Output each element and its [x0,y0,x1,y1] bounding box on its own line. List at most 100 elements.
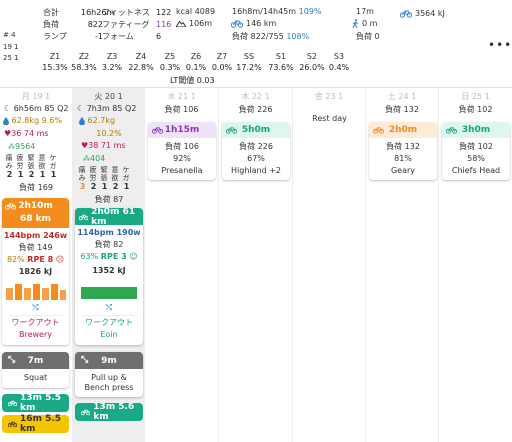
footprints-icon: ⁂ [8,143,15,151]
stretch-icon: ⤡ [8,355,16,365]
ride-tag[interactable]: 16m 5.5 km [2,414,69,434]
walk-time: 17m [356,7,374,16]
strength-header: ⤡ 7m [2,352,69,369]
fitness: フィットネス 122 [102,8,172,17]
workout-energy: 1826 kJ [18,267,53,276]
day-column-sat: 土 24 1 負荷 132 2h0m 負荷 132 81% Geary [365,88,438,442]
activity-name: Geary [390,166,416,175]
workout-load: 負荷 82 [94,240,124,249]
day-header: 月 19 1 [21,92,51,101]
wellness-values: 32121 [79,182,130,191]
strength-card[interactable]: ⤡ 7m Squat [2,352,69,388]
activity-name: Presanella [161,166,203,175]
strength-card[interactable]: ⤡ 9m Pull up & Bench press [75,352,143,397]
activity-pct: 67% [247,154,265,163]
bike-icon [446,127,457,134]
day-header: 木 22 1 [241,92,270,101]
bike-icon [79,214,89,220]
week-start: 19 1 [3,43,19,51]
walk-distance: 0 m [352,19,377,28]
workout-hr-power: 144bpm 246w [3,231,68,240]
sleep: ☾ 7h3m 85 Q2 [77,104,137,113]
workout-card-header: 2h0m 61 km [75,208,143,227]
weight: 62.8kg 9.6% [3,116,62,125]
activity-load: 負荷 132 [386,142,420,151]
ride-tag[interactable]: 13m 5.6 km [75,402,143,422]
activity-pct: 81% [394,154,412,163]
weight-pct: 10.2% [96,129,122,138]
form: フォーム 6 [102,32,162,41]
workout-duration: 2h10m [18,201,53,211]
bike-load: 負荷 822/755 108% [232,32,310,41]
strength-header: ⤡ 9m [75,352,143,369]
week-summary: # 4 19 1 25 1 合計 16h26m 負荷 822 ランプ -1 フィットネ… [0,0,512,88]
sad-face-icon: ☹ [55,255,65,264]
day-load: 負荷 106 [164,105,199,114]
more-options-button[interactable]: ••• [488,38,512,52]
moon-icon: ☾ [77,104,85,113]
moon-icon: ☾ [4,104,12,113]
walk-load: 負荷 0 [356,32,380,41]
ride-tag[interactable]: 13m 5.5 km [2,393,69,413]
bike-icon [81,409,91,416]
interval-chart [81,287,137,299]
strength-name: Squat [23,373,48,382]
wellness-labels: 痛み疲労緊張意欲ケガ [5,154,58,170]
wellness-labels: 痛み疲労緊張意欲ケガ [78,166,131,182]
week-end: 25 1 [3,54,19,62]
energy: 3564 kJ [400,9,445,18]
activity-duration: 3h0m [442,122,510,138]
hrv: ♥36 74 ms [4,129,49,138]
day-column-wed: 水 21 1 負荷 106 1h15m 負荷 106 92% Presanell… [144,88,218,442]
strength-name: Pull up & Bench press [84,373,134,392]
day-column-tue: 火 20 1 ☾ 7h3m 85 Q2 62.7kg 10.2% ♥38 71 … [72,88,144,442]
lt-threshold: LT閾値 0.03 [170,76,215,85]
interval-chart [6,284,66,300]
workout-rpe: 63% RPE 3 ☺ [80,252,138,261]
workout-rpe: 82% RPE 8 ☹ [6,255,65,264]
workout-name: Eoin [100,330,118,339]
activity-duration: 1h15m [148,122,216,138]
workout-card[interactable]: 2h10m 68 km 144bpm 246w 負荷 149 82% RPE 8… [2,198,69,345]
workout-link-icon: ⤭ [32,303,39,312]
smile-icon: ☺ [129,252,138,261]
day-load: 負荷 226 [238,105,273,114]
total-time: 合計 16h26m [43,8,115,17]
zone-value: 0.4% [328,63,350,72]
wellness-values: 21211 [6,170,57,179]
workout-card[interactable]: 2h0m 61 km 114bpm 190w 負荷 82 63% RPE 3 ☺… [75,208,143,345]
day-header: 火 20 1 [94,92,123,101]
activity-pct: 58% [467,154,485,163]
activity-name: Highland +2 [231,166,281,175]
bike-icon [226,127,237,134]
activity-duration: 5h0m [222,122,290,138]
activity-pct: 92% [173,154,191,163]
stretch-icon: ⤡ [81,355,89,365]
activity-card[interactable]: 5h0m 負荷 226 67% Highland +2 [222,122,290,180]
day-load: 負荷 87 [94,195,124,204]
ramp: ランプ -1 [43,32,103,41]
elevation: 106m [176,19,212,28]
day-load: 負荷 169 [19,183,53,192]
bike-icon [152,127,163,134]
day-header: 土 24 1 [387,92,417,101]
day-header: 水 21 1 [167,92,196,101]
workout-name: Brewery [18,330,52,339]
bike-icon [8,421,18,428]
week-number: # 4 [3,31,16,39]
total-load: 負荷 822 [43,20,103,29]
rest-day-note: Rest day [312,114,347,123]
sleep: ☾ 6h56m 85 Q2 [4,104,69,113]
bike-time: 16h8m/14h45m 109% [232,7,322,16]
hrv: ♥38 71 ms [81,141,126,150]
walk-icon [352,19,359,28]
weight: 62.7kg [79,116,115,125]
workout-hr-power: 114bpm 190w [77,228,141,237]
steps: ⁂404 [83,154,106,163]
day-column-sun: 日 25 1 負荷 102 3h0m 負荷 102 58% Chiefs Hea… [438,88,512,442]
activity-card[interactable]: 1h15m 負荷 106 92% Presanella [148,122,216,180]
activity-card[interactable]: 2h0m 負荷 132 81% Geary [369,122,437,180]
activity-card[interactable]: 3h0m 負荷 102 58% Chiefs Head [442,122,510,180]
workout-distance: 68 km [19,214,52,224]
day-header: 金 23 1 [314,92,344,101]
